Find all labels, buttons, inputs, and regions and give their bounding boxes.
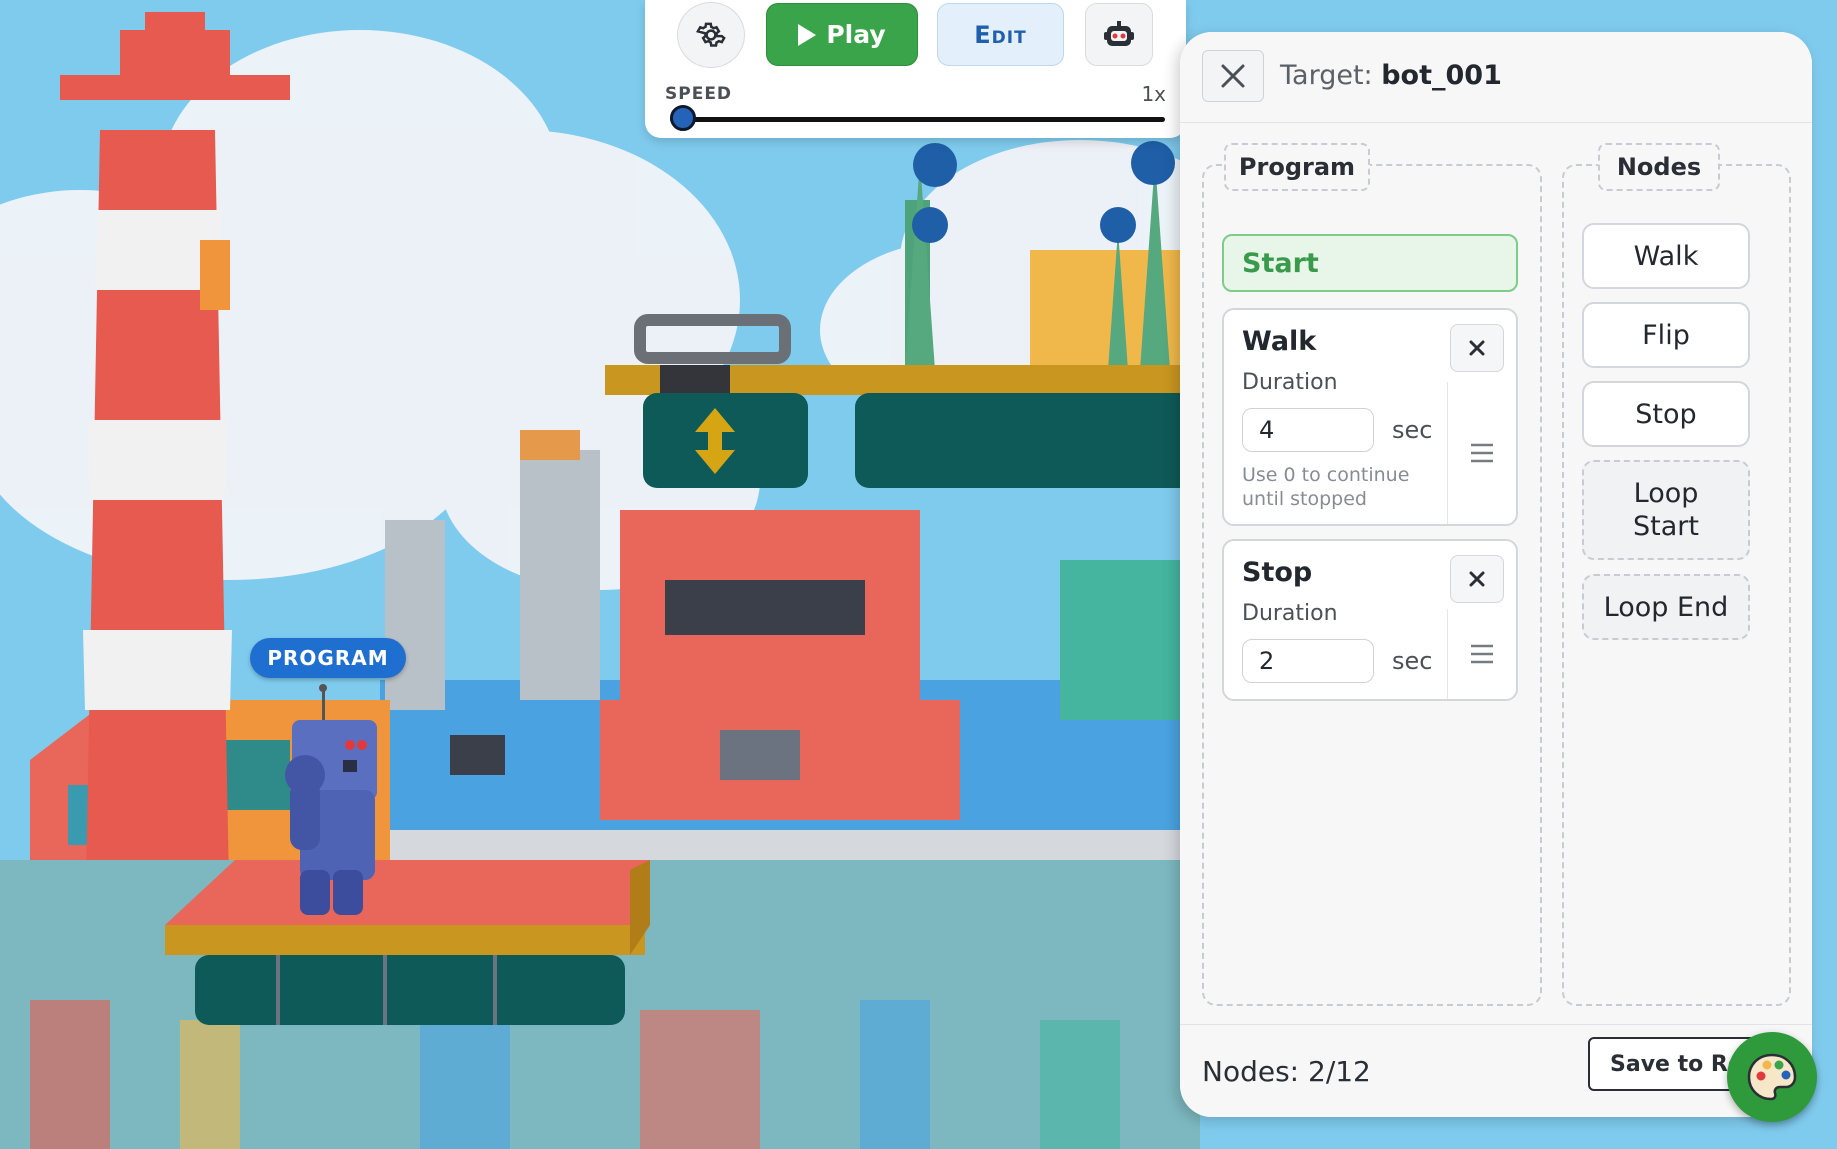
speed-slider-track[interactable] [670,117,1165,122]
program-section-title: Program [1224,143,1370,191]
play-button[interactable]: Play [766,3,918,66]
target-id: bot_001 [1381,60,1502,91]
node-title: Walk [1242,326,1317,357]
remove-node-button[interactable] [1450,555,1504,603]
close-panel-button[interactable] [1202,50,1264,102]
speed-value: 1x [1141,82,1166,106]
drag-handle-icon [1471,644,1493,664]
close-icon [1221,64,1245,88]
palette-walk-button[interactable]: Walk [1582,223,1750,289]
duration-unit: sec [1392,416,1433,444]
top-toolbar: Play Edit SPEED 1x [645,0,1186,138]
panel-header: Target: bot_001 [1180,32,1812,123]
game-viewport[interactable]: PROGRAM Play Edit SPEED 1x Target: bot_0… [0,0,1837,1149]
palette-stop-button[interactable]: Stop [1582,381,1750,447]
duration-unit: sec [1392,647,1433,675]
duration-input[interactable] [1242,408,1374,452]
duration-hint: Use 0 to continue until stopped [1242,464,1410,510]
robot-view-button[interactable] [1085,3,1153,66]
duration-label: Duration [1242,601,1338,626]
palette-loop-start-button[interactable]: Loop Start [1582,460,1750,560]
palette-loop-end-button[interactable]: Loop End [1582,574,1750,640]
duration-input[interactable] [1242,639,1374,683]
close-icon [1469,571,1485,587]
nodes-section-title: Nodes [1598,143,1720,191]
panel-footer: Nodes: 2/12 Save to Robot [1180,1024,1812,1117]
theme-palette-button[interactable] [1727,1032,1817,1122]
duration-label: Duration [1242,370,1338,395]
speed-label: SPEED [665,84,733,104]
drag-handle-icon [1471,443,1493,463]
robot-head-icon [1104,20,1134,46]
start-node: Start [1222,234,1518,292]
drag-handle[interactable] [1447,609,1516,699]
palette-icon [1747,1053,1797,1101]
target-prefix: Target: [1280,60,1373,91]
play-label: Play [826,20,886,49]
node-count: Nodes: 2/12 [1202,1055,1371,1088]
program-tag[interactable]: PROGRAM [250,638,406,678]
remove-node-button[interactable] [1450,324,1504,372]
palette-flip-button[interactable]: Flip [1582,302,1750,368]
gear-icon [696,22,726,47]
close-icon [1469,340,1485,356]
program-node-walk[interactable]: Walk Duration sec Use 0 to continue unti… [1222,308,1518,526]
node-title: Stop [1242,557,1313,588]
drag-handle[interactable] [1447,382,1516,524]
program-editor-panel: Target: bot_001 Program Nodes Start Walk… [1180,32,1812,1117]
settings-button[interactable] [677,2,745,68]
edit-button[interactable]: Edit [937,3,1064,66]
play-icon [798,23,817,46]
speed-slider-thumb[interactable] [670,105,696,131]
program-node-stop[interactable]: Stop Duration sec [1222,539,1518,701]
target-label: Target: bot_001 [1280,60,1502,91]
